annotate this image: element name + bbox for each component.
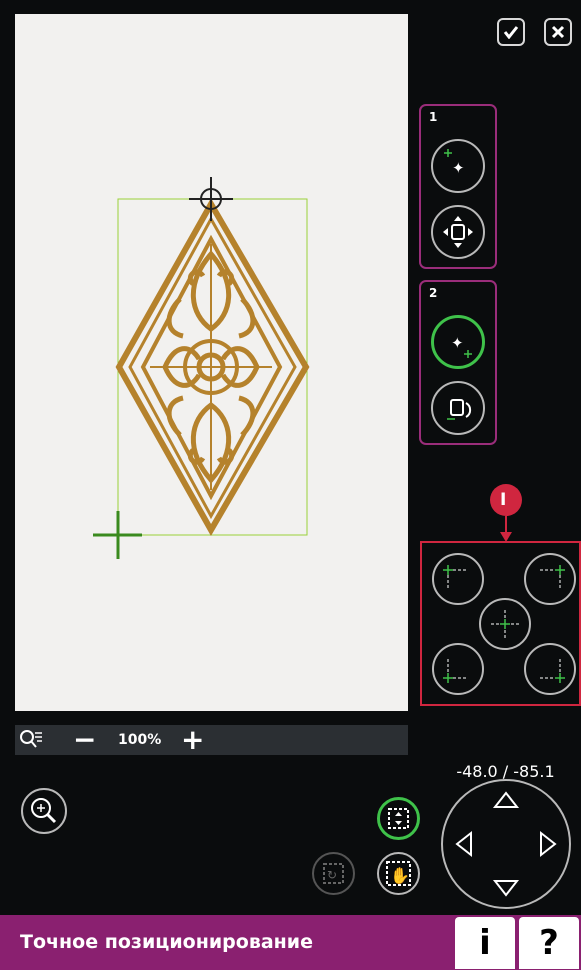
move-arrows-icon — [443, 216, 473, 248]
rotate-button[interactable] — [431, 381, 485, 435]
top-left-corner-button[interactable] — [432, 553, 484, 605]
zoom-bar: − 100% + — [15, 725, 408, 755]
embroidery-canvas[interactable] — [15, 14, 408, 711]
fit-design-button[interactable] — [377, 797, 420, 840]
pan-hand-button[interactable]: ✋ — [377, 852, 420, 895]
bottom-left-corner-button[interactable] — [432, 643, 484, 695]
bottom-right-corner-button[interactable] — [524, 643, 576, 695]
zoom-level: 100% — [118, 732, 162, 748]
step-group-2: 2 ✦ — [419, 280, 497, 445]
corner-bottom-right-icon — [540, 659, 565, 683]
zoom-options-icon[interactable] — [19, 729, 43, 751]
page-title: Точное позиционирование — [20, 931, 313, 953]
butterfly-icon: ✦ — [444, 149, 465, 177]
butterfly-icon: ✦ — [451, 334, 472, 358]
arrow-right-icon[interactable] — [540, 830, 557, 858]
svg-text:↻: ↻ — [327, 868, 337, 882]
confirm-button[interactable] — [497, 18, 525, 46]
zoom-out-button[interactable]: − — [73, 725, 96, 755]
step-group-1: 1 ✦ — [419, 104, 497, 269]
direction-pad — [441, 779, 571, 909]
svg-text:✦: ✦ — [452, 159, 465, 177]
bottom-title-bar: Точное позиционирование i ? — [0, 915, 581, 970]
rotate-icon — [447, 399, 472, 420]
crosshair-icon — [189, 177, 233, 221]
corner-bottom-left-icon — [443, 659, 468, 683]
arrow-up-icon[interactable] — [492, 791, 520, 808]
center-button[interactable] — [479, 598, 531, 650]
select-design-button[interactable]: ✦ — [431, 139, 485, 193]
fit-screen-icon — [388, 808, 409, 829]
disabled-move-icon: ↻ — [323, 863, 344, 884]
arrow-left-icon[interactable] — [455, 830, 472, 858]
hand-icon: ✋ — [386, 861, 411, 886]
disabled-position-button: ↻ — [312, 852, 355, 895]
corner-position-panel — [420, 541, 581, 706]
svg-text:✋: ✋ — [390, 866, 410, 885]
move-center-button[interactable] — [431, 205, 485, 259]
select-design-active-button[interactable]: ✦ — [431, 315, 485, 369]
checkmark-icon — [503, 26, 519, 39]
corner-top-right-icon — [540, 565, 565, 589]
position-cross-icon — [93, 511, 142, 559]
embroidery-design — [93, 177, 310, 559]
annotation-label: I — [500, 490, 507, 510]
info-button[interactable]: i — [455, 917, 515, 969]
top-right-corner-button[interactable] — [524, 553, 576, 605]
corner-top-left-icon — [443, 565, 468, 589]
zoom-in-button[interactable]: + — [181, 725, 204, 755]
arrow-down-icon[interactable] — [492, 880, 520, 897]
group-number: 1 — [429, 110, 438, 124]
magnifier-plus-icon — [31, 798, 57, 824]
close-icon — [551, 25, 565, 39]
close-button[interactable] — [544, 18, 572, 46]
group-number: 2 — [429, 286, 438, 300]
zoom-tool-button[interactable] — [21, 788, 67, 834]
help-button[interactable]: ? — [519, 917, 579, 969]
center-icon — [491, 610, 519, 638]
svg-text:✦: ✦ — [451, 334, 464, 352]
